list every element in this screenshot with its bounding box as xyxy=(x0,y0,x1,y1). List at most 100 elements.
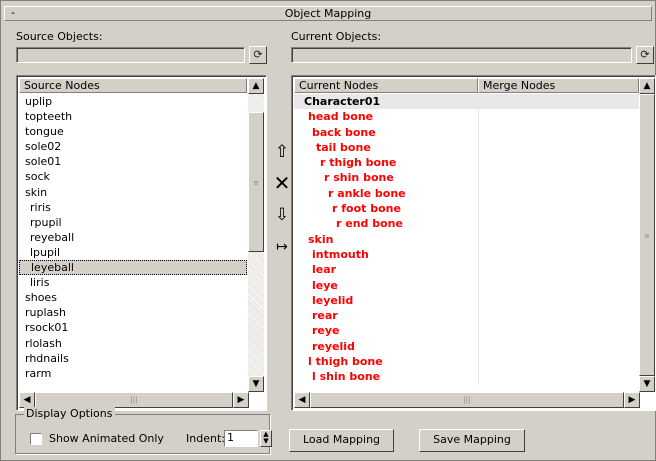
source-node-row[interactable]: shoes xyxy=(19,290,247,305)
current-node-row[interactable]: r foot bone xyxy=(294,201,639,217)
source-node-row[interactable]: reyeball xyxy=(19,230,247,245)
move-up-button[interactable]: ⇧ xyxy=(273,141,291,163)
current-node-label: lear xyxy=(312,263,337,277)
scroll-up-button[interactable]: ▲ xyxy=(248,78,264,94)
current-node-row[interactable]: r thigh bone xyxy=(294,155,639,171)
current-node-row[interactable]: r ankle bone xyxy=(294,185,639,202)
column-divider xyxy=(478,216,479,232)
current-node-row[interactable]: Character01 xyxy=(294,94,639,110)
source-node-row[interactable]: sock xyxy=(19,169,247,184)
move-down-button[interactable]: ⇩ xyxy=(273,204,291,226)
column-divider xyxy=(478,292,479,309)
source-node-row[interactable]: rhdnails xyxy=(19,351,247,366)
source-nodes-list[interactable]: Source Nodes uplip topteeth tongue sole02 so… xyxy=(16,75,267,411)
chevron-right-icon: ▶ xyxy=(237,395,245,405)
source-nodes-header[interactable]: Source Nodes xyxy=(19,78,247,93)
source-vertical-scrollbar[interactable]: ▲ ≡ ▼ xyxy=(248,78,264,392)
column-divider xyxy=(478,369,479,385)
current-node-row[interactable]: leye xyxy=(294,277,639,293)
source-node-row[interactable]: ruplash xyxy=(19,305,247,320)
source-node-label: tongue xyxy=(25,125,64,139)
scroll-left-button[interactable]: ◀ xyxy=(19,392,35,408)
source-node-row[interactable]: leyeball xyxy=(19,260,247,276)
load-mapping-button[interactable]: Load Mapping xyxy=(289,429,394,452)
current-refresh-button[interactable]: ⟳ xyxy=(636,46,654,64)
current-node-row[interactable]: back bone xyxy=(294,124,639,140)
source-node-label: sole02 xyxy=(25,140,62,154)
display-options-group: Display Options Show Animated Only Inden… xyxy=(15,407,272,454)
indent-input[interactable]: 1 xyxy=(224,430,258,447)
source-node-row[interactable]: rsock01 xyxy=(19,320,247,335)
current-objects-field[interactable] xyxy=(291,47,632,63)
column-divider xyxy=(478,109,479,125)
current-node-row[interactable]: reye xyxy=(294,323,639,339)
current-node-row[interactable]: lear xyxy=(294,262,639,278)
column-divider xyxy=(478,94,479,110)
scroll-down-button[interactable]: ▼ xyxy=(639,376,655,392)
source-node-row[interactable]: liris xyxy=(19,275,247,290)
scroll-thumb-horizontal[interactable]: ||| xyxy=(35,392,233,408)
source-refresh-button[interactable]: ⟳ xyxy=(249,46,267,64)
scroll-thumb-horizontal[interactable]: ||| xyxy=(310,392,624,408)
current-node-label: leye xyxy=(312,278,338,292)
map-nodes-button[interactable]: ↦ xyxy=(273,236,291,258)
current-node-label: intmouth xyxy=(312,247,369,261)
show-animated-checkbox[interactable] xyxy=(30,433,42,445)
current-vertical-scrollbar[interactable]: ▲ ≡ ▼ xyxy=(639,78,655,392)
source-node-row[interactable]: skin xyxy=(19,185,247,200)
indent-spinner[interactable]: ▲ ▼ xyxy=(260,430,272,447)
scroll-down-button[interactable]: ▼ xyxy=(248,376,264,392)
current-node-label: tail bone xyxy=(316,140,371,154)
scroll-up-button[interactable]: ▲ xyxy=(639,78,655,94)
scroll-right-button[interactable]: ▶ xyxy=(233,392,249,408)
source-node-row[interactable]: sole01 xyxy=(19,154,247,169)
current-node-label: r shin bone xyxy=(324,171,394,185)
source-node-row[interactable]: topteeth xyxy=(19,109,247,124)
current-node-row[interactable]: r shin bone xyxy=(294,170,639,186)
remove-mapping-button[interactable]: ✕ xyxy=(273,172,291,194)
scroll-right-button[interactable]: ▶ xyxy=(624,392,640,408)
show-animated-label[interactable]: Show Animated Only xyxy=(49,432,164,445)
scroll-thumb[interactable]: ≡ xyxy=(639,94,655,376)
source-node-label: leyeball xyxy=(31,261,74,275)
source-node-row[interactable]: riris xyxy=(19,200,247,215)
current-node-label: skin xyxy=(308,232,334,246)
current-node-row[interactable]: skin xyxy=(294,231,639,247)
save-mapping-button[interactable]: Save Mapping xyxy=(419,429,525,452)
source-node-row[interactable]: lpupil xyxy=(19,245,247,260)
current-node-row[interactable]: rear xyxy=(294,308,639,324)
scroll-left-button[interactable]: ◀ xyxy=(294,392,310,408)
map-arrow-icon: ↦ xyxy=(276,239,288,255)
source-node-label: topteeth xyxy=(25,110,73,124)
source-node-row[interactable]: rarm xyxy=(19,366,247,381)
current-nodes-header[interactable]: Current Nodes xyxy=(294,78,478,93)
object-mapping-window: - Object Mapping Source Objects: ⟳ Curre… xyxy=(0,0,656,461)
current-node-row[interactable]: l thigh bone xyxy=(294,354,639,370)
current-nodes-list[interactable]: Current Nodes Merge Nodes Character01 hea… xyxy=(291,75,656,411)
current-node-row[interactable]: head bone xyxy=(294,109,639,125)
source-node-label: lpupil xyxy=(30,245,61,259)
source-objects-field[interactable] xyxy=(16,47,245,63)
rollout-titlebar[interactable]: - Object Mapping xyxy=(4,6,652,21)
chevron-right-icon: ▶ xyxy=(628,395,636,405)
source-node-row[interactable]: tongue xyxy=(19,124,247,139)
spinner-down-icon[interactable]: ▼ xyxy=(261,438,271,445)
x-icon: ✕ xyxy=(273,171,291,195)
source-node-label: riris xyxy=(30,200,51,214)
current-node-row[interactable]: l shin bone xyxy=(294,369,639,385)
current-node-row[interactable]: leyelid xyxy=(294,292,639,309)
current-node-label: l thigh bone xyxy=(308,355,383,369)
current-node-row[interactable]: r end bone xyxy=(294,216,639,232)
source-node-row[interactable]: rpupil xyxy=(19,215,247,230)
current-node-row[interactable]: intmouth xyxy=(294,246,639,263)
source-node-row[interactable]: sole02 xyxy=(19,139,247,154)
current-node-row[interactable]: tail bone xyxy=(294,139,639,156)
merge-nodes-header[interactable]: Merge Nodes xyxy=(478,78,639,93)
source-node-row[interactable]: rlolash xyxy=(19,336,247,351)
current-horizontal-scrollbar[interactable]: ◀ ||| ▶ xyxy=(294,392,640,408)
column-divider xyxy=(478,262,479,278)
scroll-thumb[interactable]: ≡ xyxy=(248,112,264,252)
current-node-row[interactable]: reyelid xyxy=(294,338,639,355)
source-horizontal-scrollbar[interactable]: ◀ ||| ▶ xyxy=(19,392,249,408)
source-node-row[interactable]: uplip xyxy=(19,94,247,109)
